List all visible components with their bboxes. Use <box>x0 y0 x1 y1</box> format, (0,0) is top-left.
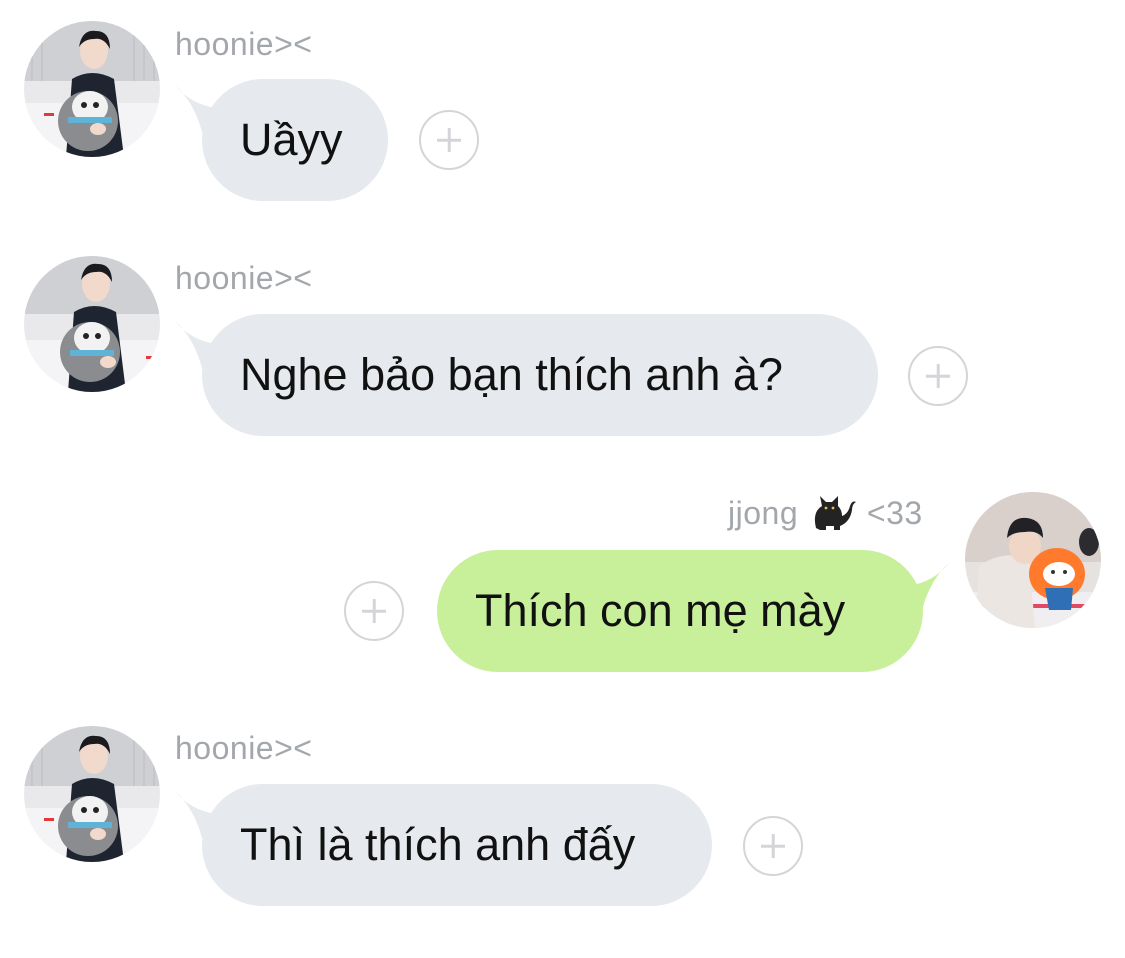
sender-name-text: jjong <box>728 495 799 531</box>
sender-name: hoonie>< <box>175 26 313 62</box>
avatar[interactable] <box>24 256 160 392</box>
sender-name-suffix: <33 <box>866 495 923 531</box>
message-bubble[interactable]: Uầyy <box>202 79 388 201</box>
sender-name: jjong <33 <box>728 493 923 536</box>
black-cat-icon <box>808 492 858 532</box>
add-reaction-button[interactable] <box>419 110 479 170</box>
avatar[interactable] <box>965 492 1101 628</box>
avatar[interactable] <box>24 726 160 862</box>
message-row: hoonie>< Uầyy <box>0 0 1125 230</box>
message-bubble[interactable]: Nghe bảo bạn thích anh à? <box>202 314 878 436</box>
add-reaction-button[interactable] <box>743 816 803 876</box>
add-reaction-button[interactable] <box>344 581 404 641</box>
avatar[interactable] <box>24 21 160 157</box>
message-row: hoonie>< Nghe bảo bạn thích anh à? <box>0 236 1125 466</box>
message-row: jjong <33 Thích con mẹ mày <box>0 480 1125 700</box>
add-reaction-button[interactable] <box>908 346 968 406</box>
sender-name: hoonie>< <box>175 260 313 296</box>
sender-name: hoonie>< <box>175 730 313 766</box>
message-bubble[interactable]: Thì là thích anh đấy <box>202 784 712 906</box>
message-bubble[interactable]: Thích con mẹ mày <box>437 550 923 672</box>
message-row: hoonie>< Thì là thích anh đấy <box>0 706 1125 936</box>
